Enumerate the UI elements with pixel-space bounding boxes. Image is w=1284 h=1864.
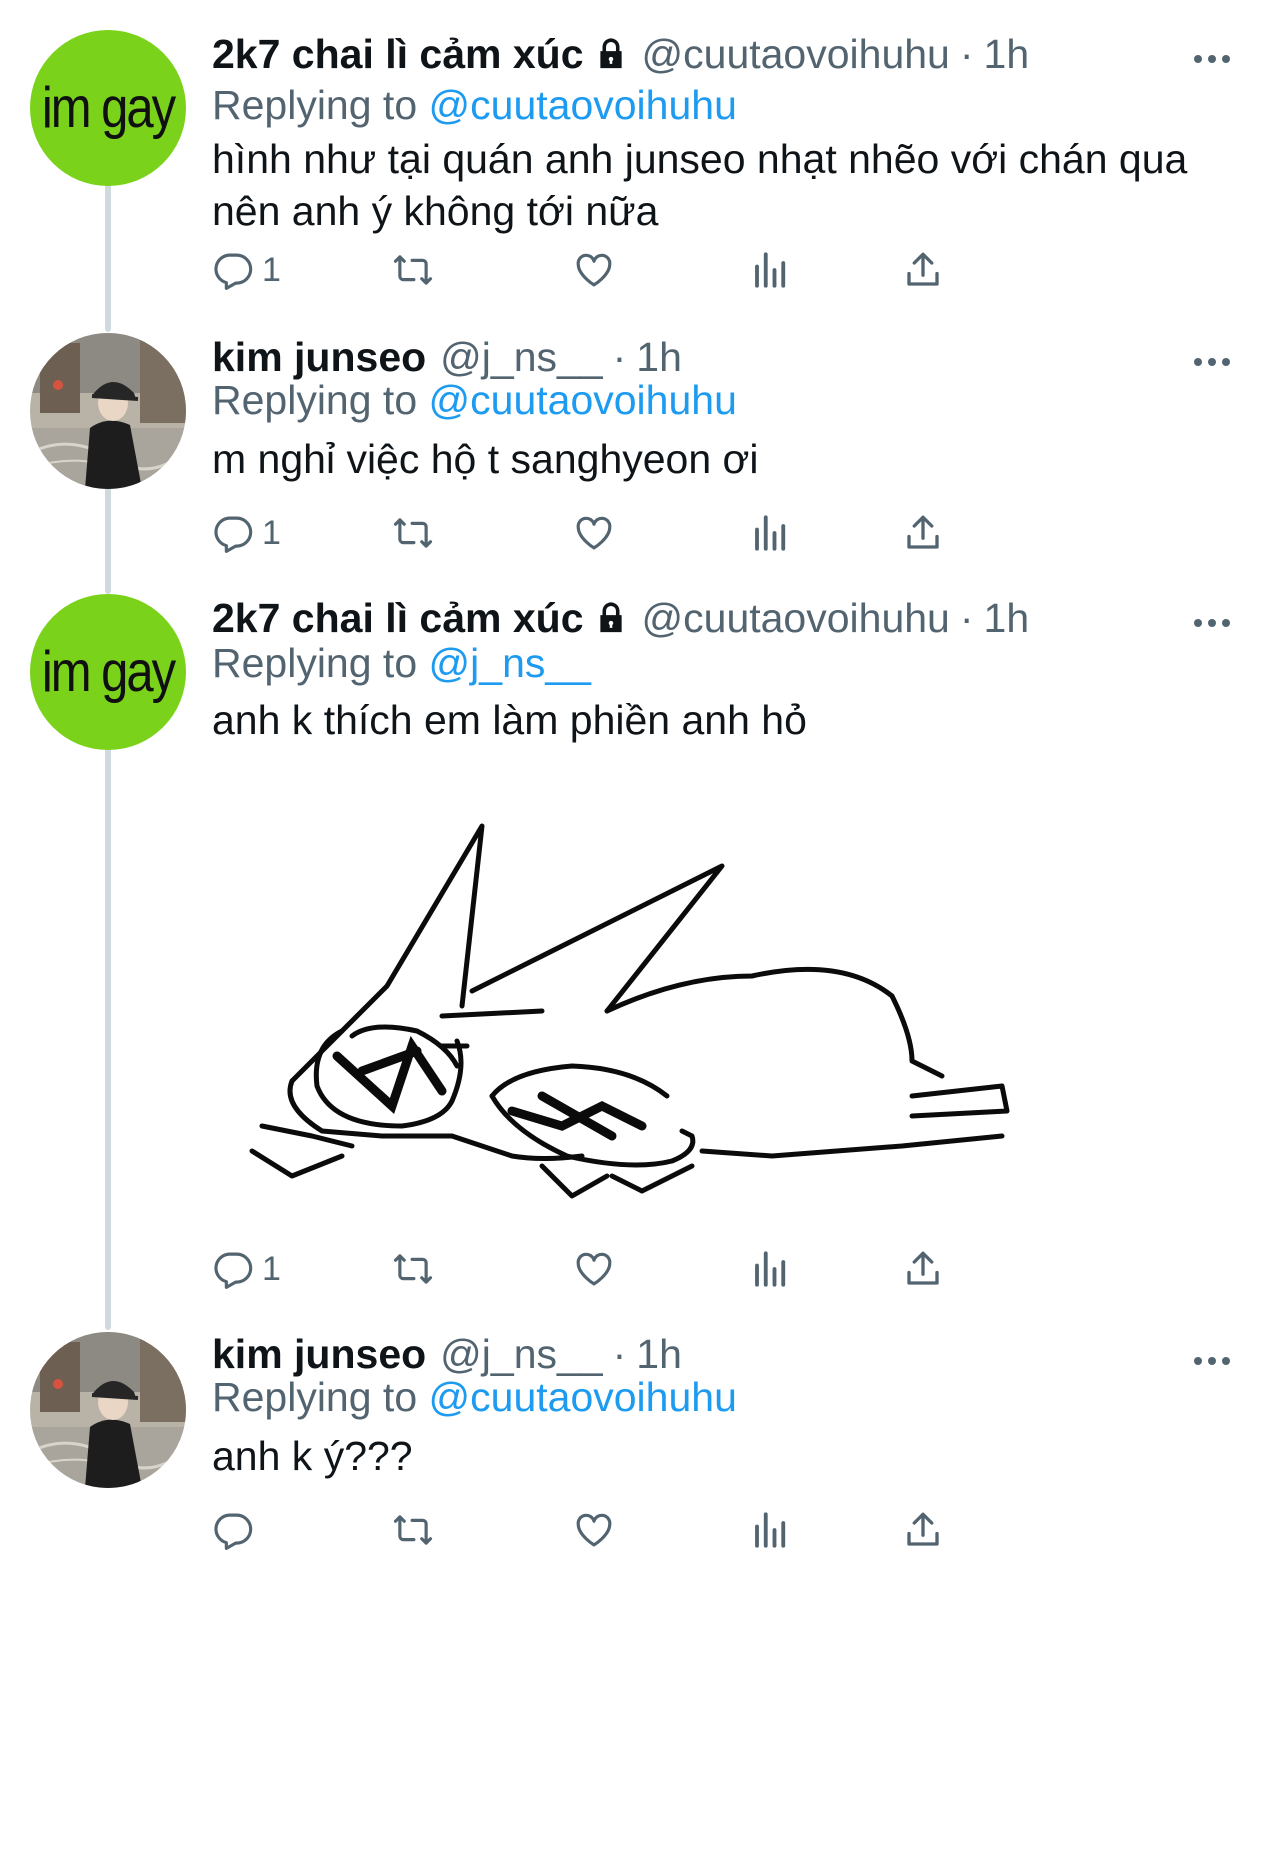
separator-dot: · xyxy=(959,594,974,641)
more-icon[interactable] xyxy=(1190,608,1234,638)
user-handle[interactable]: @cuutaovoihuhu xyxy=(642,595,950,642)
avatar[interactable]: im gay xyxy=(30,30,186,186)
reply-button[interactable]: 1 xyxy=(212,240,281,300)
reply-icon xyxy=(214,1252,253,1289)
views-icon xyxy=(755,515,786,551)
tweet-text: anh k thích em làm phiền anh hỏ xyxy=(212,697,807,743)
timestamp[interactable]: 1h xyxy=(636,1331,682,1378)
retweet-button[interactable] xyxy=(390,1239,436,1299)
share-button[interactable] xyxy=(902,240,944,300)
reply-count: 1 xyxy=(262,513,281,552)
reply-button[interactable] xyxy=(212,1500,262,1560)
more-icon[interactable] xyxy=(1190,347,1234,377)
lock-icon xyxy=(599,602,622,633)
like-icon xyxy=(576,1252,612,1286)
share-button[interactable] xyxy=(902,503,944,563)
reply-icon xyxy=(214,1513,253,1550)
share-icon xyxy=(907,515,939,549)
views-button[interactable] xyxy=(750,240,792,300)
retweet-button[interactable] xyxy=(390,503,436,563)
tweet-text: anh k ý??? xyxy=(212,1433,413,1479)
timestamp[interactable]: 1h xyxy=(636,334,682,381)
retweet-button[interactable] xyxy=(390,1500,436,1560)
action-bar: 1 xyxy=(212,503,1152,563)
replying-to-link[interactable]: @cuutaovoihuhu xyxy=(429,377,737,423)
views-button[interactable] xyxy=(750,1239,792,1299)
separator-dot: · xyxy=(612,1330,627,1377)
replying-to: Replying to @j_ns__ xyxy=(212,640,591,687)
like-icon xyxy=(576,1513,612,1547)
replying-to-link[interactable]: @cuutaovoihuhu xyxy=(429,82,737,128)
views-button[interactable] xyxy=(750,1500,792,1560)
replying-to-label: Replying to xyxy=(212,640,418,686)
like-button[interactable] xyxy=(572,503,616,563)
views-icon xyxy=(755,252,786,288)
replying-to-label: Replying to xyxy=(212,377,418,423)
profile-photo xyxy=(30,333,186,489)
share-button[interactable] xyxy=(902,1239,944,1299)
retweet-icon xyxy=(393,1254,433,1284)
reply-button[interactable]: 1 xyxy=(212,503,281,563)
retweet-button[interactable] xyxy=(390,240,436,300)
replying-to: Replying to @cuutaovoihuhu xyxy=(212,82,737,129)
share-button[interactable] xyxy=(902,1500,944,1560)
tweet-text: hình như tại quán anh junseo nhạt nhẽo v… xyxy=(212,136,1188,234)
avatar[interactable]: im gay xyxy=(30,594,186,750)
replying-to-link[interactable]: @j_ns__ xyxy=(429,640,591,686)
reply-icon xyxy=(214,253,253,290)
user-handle[interactable]: @cuutaovoihuhu xyxy=(642,31,950,78)
reply-count: 1 xyxy=(262,1249,281,1288)
more-icon[interactable] xyxy=(1190,1346,1234,1376)
replying-to-label: Replying to xyxy=(212,82,418,128)
tweet-text: m nghỉ việc hộ t sanghyeon ơi xyxy=(212,436,759,482)
views-button[interactable] xyxy=(750,503,792,563)
more-icon[interactable] xyxy=(1190,44,1234,74)
like-button[interactable] xyxy=(572,1500,616,1560)
separator-dot: · xyxy=(612,333,627,380)
display-name[interactable]: kim junseo xyxy=(212,1331,426,1378)
share-icon xyxy=(907,1251,939,1285)
lock-icon xyxy=(599,38,622,69)
replying-to-label: Replying to xyxy=(212,1374,418,1420)
profile-photo xyxy=(30,1332,186,1488)
avatar-text: im gay xyxy=(41,640,176,704)
reply-button[interactable]: 1 xyxy=(212,1239,281,1299)
separator-dot: · xyxy=(959,30,974,77)
share-icon xyxy=(907,1512,939,1546)
like-button[interactable] xyxy=(572,1239,616,1299)
action-bar: 1 xyxy=(212,1239,1152,1299)
retweet-icon xyxy=(393,518,433,548)
tweet-header: 2k7 chai lì cảm xúc @cuutaovoihuhu · 1h xyxy=(212,24,1029,84)
reply-icon xyxy=(214,516,253,553)
avatar-text: im gay xyxy=(41,76,176,140)
action-bar: 1 xyxy=(212,240,1152,300)
timestamp[interactable]: 1h xyxy=(984,595,1030,642)
views-icon xyxy=(755,1251,786,1287)
display-name[interactable]: kim junseo xyxy=(212,334,426,381)
replying-to: Replying to @cuutaovoihuhu xyxy=(212,377,737,424)
thread-line xyxy=(105,728,111,1330)
replying-to-link[interactable]: @cuutaovoihuhu xyxy=(429,1374,737,1420)
user-handle[interactable]: @j_ns__ xyxy=(440,1331,602,1378)
action-bar xyxy=(212,1500,1152,1560)
avatar[interactable] xyxy=(30,1332,186,1488)
like-icon xyxy=(576,516,612,550)
reply-count: 1 xyxy=(262,250,281,289)
avatar[interactable] xyxy=(30,333,186,489)
like-icon xyxy=(576,253,612,287)
display-name[interactable]: 2k7 chai lì cảm xúc xyxy=(212,31,584,78)
user-handle[interactable]: @j_ns__ xyxy=(440,334,602,381)
retweet-icon xyxy=(393,1515,433,1545)
timestamp[interactable]: 1h xyxy=(984,31,1030,78)
tweet-header: 2k7 chai lì cảm xúc @cuutaovoihuhu · 1h xyxy=(212,588,1029,648)
display-name[interactable]: 2k7 chai lì cảm xúc xyxy=(212,595,584,642)
share-icon xyxy=(907,252,939,286)
retweet-icon xyxy=(393,255,433,285)
replying-to: Replying to @cuutaovoihuhu xyxy=(212,1374,737,1421)
like-button[interactable] xyxy=(572,240,616,300)
tweet-media-image[interactable] xyxy=(212,806,1212,1226)
views-icon xyxy=(755,1512,786,1548)
